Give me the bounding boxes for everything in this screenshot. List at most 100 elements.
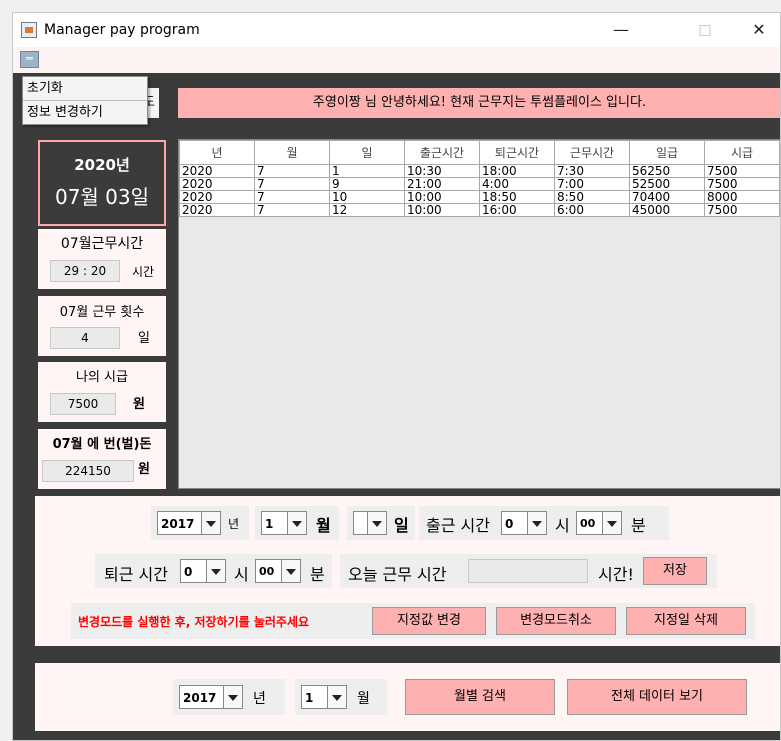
table-cell: 7 <box>254 177 330 191</box>
column-header[interactable]: 퇴근시간 <box>479 140 555 165</box>
today-time-label: 오늘 근무 시간 <box>348 565 447 584</box>
start-hour-select[interactable]: 0 <box>501 511 547 535</box>
column-header[interactable]: 년 <box>179 140 255 165</box>
chevron-down-icon <box>527 512 546 534</box>
chevron-down-icon <box>367 512 386 534</box>
input-month-select[interactable]: 1 <box>261 511 307 535</box>
work-time-value: 29 : 20 <box>50 260 120 282</box>
table-cell: 10:00 <box>404 203 480 217</box>
chevron-down-icon <box>327 686 346 708</box>
start-time-label: 출근 시간 <box>426 516 490 535</box>
current-year: 2020년 <box>74 156 130 174</box>
chevron-down-icon <box>223 686 242 708</box>
table-cell: 52500 <box>629 177 705 191</box>
table-cell: 8:50 <box>554 190 630 204</box>
save-button[interactable]: 저장 <box>643 557 707 585</box>
search-year-select[interactable]: 2017 <box>179 685 243 709</box>
table-cell: 1 <box>329 164 405 178</box>
table-cell: 45000 <box>629 203 705 217</box>
table-cell: 18:00 <box>479 164 555 178</box>
menu-item-edit-info[interactable]: 정보 변경하기 <box>23 101 147 124</box>
table-cell: 7:30 <box>554 164 630 178</box>
close-button[interactable]: ✕ <box>736 13 780 47</box>
earned-unit: 원 <box>138 462 150 477</box>
maximize-button[interactable]: □ <box>682 13 728 47</box>
table-cell: 7:00 <box>554 177 630 191</box>
menu-popup: 초기화 정보 변경하기 <box>22 76 148 125</box>
chevron-down-icon <box>281 560 300 582</box>
table-cell: 2020 <box>179 190 255 204</box>
column-header[interactable]: 일급 <box>629 140 705 165</box>
table-row[interactable]: 2020 7 10 10:00 18:50 8:50 70400 8000 <box>179 190 780 204</box>
chevron-down-icon <box>602 512 621 534</box>
edit-value-button[interactable]: 지정값 변경 <box>372 607 486 635</box>
work-records-table: 년 월 일 출근시간 퇴근시간 근무시간 일급 시급 2020 7 1 10:3… <box>179 140 780 217</box>
table-cell: 10:30 <box>404 164 480 178</box>
start-min-value: 00 <box>580 517 596 530</box>
table-cell: 7500 <box>704 177 780 191</box>
delete-day-button[interactable]: 지정일 삭제 <box>626 607 746 635</box>
table-row[interactable]: 2020 7 1 10:30 18:00 7:30 56250 7500 <box>179 164 780 178</box>
table-cell: 7500 <box>704 164 780 178</box>
monthly-search-button[interactable]: 월별 검색 <box>405 679 555 715</box>
window-title: Manager pay program <box>44 22 200 38</box>
table-row[interactable]: 2020 7 9 21:00 4:00 7:00 52500 7500 <box>179 177 780 191</box>
search-year-value: 2017 <box>183 691 217 705</box>
table-header-row: 년 월 일 출근시간 퇴근시간 근무시간 일급 시급 <box>179 140 780 165</box>
chevron-down-icon <box>206 560 225 582</box>
search-month-select[interactable]: 1 <box>301 685 347 709</box>
table-cell: 7 <box>254 190 330 204</box>
column-header[interactable]: 월 <box>254 140 330 165</box>
table-cell: 56250 <box>629 164 705 178</box>
java-app-icon <box>21 22 37 38</box>
table-cell: 6:00 <box>554 203 630 217</box>
search-month-value: 1 <box>305 691 314 705</box>
today-time-input[interactable] <box>468 559 588 583</box>
work-time-panel: 07월근무시간 29 : 20 시간 <box>38 229 166 289</box>
start-hour-value: 0 <box>505 517 514 531</box>
minimize-button[interactable]: — <box>598 13 644 47</box>
table-cell: 2020 <box>179 177 255 191</box>
column-header[interactable]: 근무시간 <box>554 140 630 165</box>
menu-icon[interactable]: ═ <box>20 51 39 68</box>
search-year-label: 년 <box>253 691 266 707</box>
earned-value: 224150 <box>42 460 134 482</box>
table-row[interactable]: 2020 7 12 10:00 16:00 6:00 45000 7500 <box>179 203 780 217</box>
title-bar[interactable]: Manager pay program — □ ✕ <box>13 13 780 47</box>
table-cell: 2020 <box>179 164 255 178</box>
table-cell: 12 <box>329 203 405 217</box>
input-year-select[interactable]: 2017 <box>157 511 221 535</box>
table-cell: 8000 <box>704 190 780 204</box>
end-min-label: 분 <box>310 565 325 584</box>
work-records-table-container[interactable]: 년 월 일 출근시간 퇴근시간 근무시간 일급 시급 2020 7 1 10:3… <box>178 139 780 489</box>
table-cell: 70400 <box>629 190 705 204</box>
end-hour-value: 0 <box>184 565 193 579</box>
start-min-select[interactable]: 00 <box>576 511 622 535</box>
app-window: Manager pay program — □ ✕ ═ 초기화 정보 변경하기 … <box>12 12 781 741</box>
end-time-label: 퇴근 시간 <box>104 565 168 584</box>
table-cell: 2020 <box>179 203 255 217</box>
column-header[interactable]: 일 <box>329 140 405 165</box>
column-header[interactable]: 시급 <box>704 140 780 165</box>
end-min-select[interactable]: 00 <box>255 559 301 583</box>
cancel-edit-mode-button[interactable]: 변경모드취소 <box>496 607 616 635</box>
end-hour-select[interactable]: 0 <box>180 559 226 583</box>
table-cell: 16:00 <box>479 203 555 217</box>
column-header[interactable]: 출근시간 <box>404 140 480 165</box>
current-month-day: 07월 03일 <box>54 185 150 209</box>
edit-mode-notice: 변경모드를 실행한 후, 저장하기를 눌러주세요 <box>78 615 310 629</box>
hourly-wage-panel: 나의 시급 7500 원 <box>38 362 166 422</box>
work-time-label: 07월근무시간 <box>60 236 144 252</box>
chevron-down-icon <box>287 512 306 534</box>
table-cell: 9 <box>329 177 405 191</box>
current-date-box: 2020년 07월 03일 <box>38 140 166 226</box>
menu-bar: ═ <box>13 47 780 73</box>
work-count-label: 07월 근무 횟수 <box>59 305 145 320</box>
table-cell: 18:50 <box>479 190 555 204</box>
work-count-value: 4 <box>50 327 120 349</box>
view-all-data-button[interactable]: 전체 데이터 보기 <box>567 679 747 715</box>
input-day-select[interactable] <box>353 511 387 535</box>
table-cell: 7500 <box>704 203 780 217</box>
earned-label: 07월 에 번(벌)돈 <box>52 437 152 452</box>
menu-item-reset[interactable]: 초기화 <box>23 77 147 101</box>
